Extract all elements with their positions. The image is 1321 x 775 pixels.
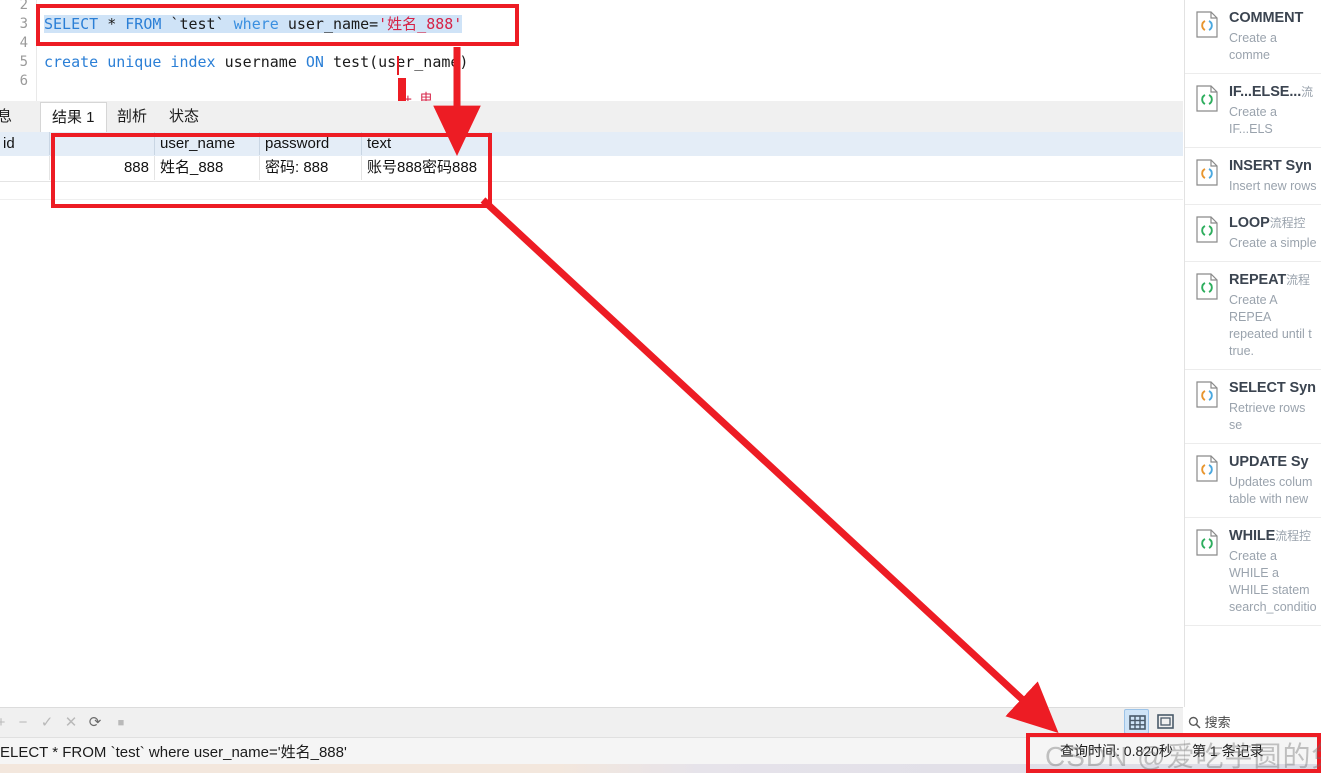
text-caret [397, 56, 399, 75]
list-item[interactable]: IF...ELSE...流 Create a IF...ELS [1185, 74, 1321, 148]
result-tabs-bar[interactable]: 息 结果 1 剖析 状态 [0, 101, 1183, 133]
snippet-description: Retrieve rows se [1229, 401, 1306, 432]
line-number: 6 [19, 73, 28, 89]
snippet-category: 流程控 [1275, 529, 1311, 543]
sidebar-vertical-scrollbar[interactable] [1310, 0, 1321, 707]
snippet-description: Create A REPEA repeated until t true. [1229, 293, 1312, 358]
snippet-title: COMMENT [1229, 9, 1318, 27]
cell-id[interactable] [0, 156, 50, 180]
stop-button[interactable]: ■ [110, 712, 132, 734]
snippet-title: LOOP流程控 [1229, 214, 1318, 232]
cancel-changes-button[interactable]: ✕ [60, 712, 82, 734]
snippet-title: REPEAT流程 [1229, 271, 1318, 289]
snippet-category: 流程 [1286, 273, 1310, 287]
snippet-title: IF...ELSE...流 [1229, 83, 1318, 101]
form-view-button[interactable] [1153, 709, 1178, 734]
list-item[interactable]: INSERT Syn Insert new rows [1185, 148, 1321, 205]
snippet-file-icon [1196, 159, 1219, 186]
result-grid-highlight [51, 133, 492, 208]
editor-vertical-scrollbar[interactable] [1164, 0, 1177, 101]
grid-view-button[interactable] [1124, 709, 1149, 734]
snippet-title: SELECT Syn [1229, 379, 1318, 397]
watermark-text: CSDN @爱吃芋圆的兔子 [1045, 741, 1321, 772]
sql-keyword-create: create [44, 53, 99, 71]
status-sql-text: ELECT * FROM `test` where user_name='姓名_… [0, 744, 347, 761]
delete-record-button[interactable]: − [12, 712, 34, 734]
grid-toolbar[interactable]: + − ✓ ✕ ⟳ ■ [0, 707, 1183, 739]
result-grid[interactable]: id user_name password text 888 姓名_888 密码… [0, 132, 1183, 707]
list-item[interactable]: UPDATE Sy Updates colum table with new [1185, 444, 1321, 518]
sql-keyword-unique: unique [98, 53, 162, 71]
tab-profile[interactable]: 剖析 [106, 102, 158, 132]
snippet-description: Create a WHILE a WHILE statem search_con… [1229, 549, 1317, 614]
snippet-name: IF...ELSE... [1229, 84, 1302, 100]
snippet-title: WHILE流程控 [1229, 527, 1318, 545]
snippet-file-icon [1196, 273, 1219, 300]
snippet-category: 流程控 [1269, 216, 1306, 230]
snippet-name: REPEAT [1229, 272, 1287, 288]
snippet-file-icon [1196, 455, 1219, 482]
column-header-id[interactable]: id [0, 132, 50, 155]
sql-index-name: username [215, 53, 306, 71]
snippet-title: UPDATE Sy [1229, 453, 1318, 471]
refresh-button[interactable]: ⟳ [84, 712, 106, 734]
line-number: 3 [19, 16, 28, 32]
snippet-name: LOOP [1229, 215, 1270, 231]
tab-result-1[interactable]: 结果 1 [40, 102, 107, 132]
editor-gutter: 2 3 4 5 6 [0, 0, 37, 101]
list-item[interactable]: COMMENT Create a comme [1185, 0, 1321, 74]
sql-keyword-on: ON [305, 53, 324, 71]
grid-icon [1129, 715, 1146, 730]
snippet-name: COMMENT [1229, 10, 1304, 26]
column-header-filler [490, 132, 1183, 155]
list-item[interactable]: SELECT Syn Retrieve rows se [1185, 370, 1321, 444]
snippet-file-icon [1196, 529, 1219, 556]
snippet-title: INSERT Syn [1229, 157, 1318, 175]
snippet-description: Create a simple [1229, 236, 1317, 250]
tab-info[interactable]: 息 [0, 102, 23, 132]
list-item[interactable]: REPEAT流程 Create A REPEA repeated until t… [1185, 262, 1321, 370]
code-line-5[interactable]: create unique index username ON test(use… [44, 53, 468, 72]
sql-statement-highlight [36, 4, 519, 46]
line-number: 4 [19, 35, 28, 51]
search-box[interactable]: 搜索 [1188, 712, 1231, 731]
form-icon [1157, 714, 1174, 729]
snippet-name: UPDATE Sy [1229, 454, 1309, 470]
snippet-description: Create a comme [1229, 31, 1277, 62]
snippet-name: SELECT Syn [1229, 380, 1316, 396]
snippet-name: WHILE [1229, 528, 1276, 544]
apply-changes-button[interactable]: ✓ [36, 712, 58, 734]
tab-status[interactable]: 状态 [158, 102, 210, 132]
snippet-description: Create a IF...ELS [1229, 105, 1277, 136]
status-bar: ELECT * FROM `test` where user_name='姓名_… [0, 737, 1183, 765]
view-mode-toggle-group[interactable] [1124, 707, 1180, 735]
list-item[interactable]: WHILE流程控 Create a WHILE a WHILE statem s… [1185, 518, 1321, 626]
list-item[interactable]: LOOP流程控 Create a simple [1185, 205, 1321, 262]
snippet-file-icon [1196, 85, 1219, 112]
search-placeholder: 搜索 [1204, 715, 1231, 730]
add-record-button[interactable]: + [0, 712, 12, 734]
snippet-description: Insert new rows [1229, 179, 1317, 193]
snippet-file-icon [1196, 11, 1219, 38]
line-number: 5 [19, 54, 28, 70]
snippet-description: Updates colum table with new [1229, 475, 1313, 506]
search-icon [1188, 716, 1201, 729]
snippet-file-icon [1196, 381, 1219, 408]
snippet-file-icon [1196, 216, 1219, 243]
line-number: 2 [19, 0, 28, 13]
snippet-name: INSERT Syn [1229, 158, 1312, 174]
sql-keyword-index: index [161, 53, 216, 71]
snippets-sidebar[interactable]: COMMENT Create a comme IF...ELSE...流 Cre… [1184, 0, 1321, 707]
